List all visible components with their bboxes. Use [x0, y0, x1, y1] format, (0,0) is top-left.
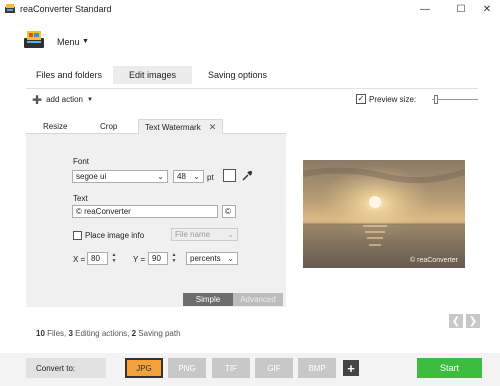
status-summary: 10 Files, 3 Editing actions, 2 Saving pa… — [36, 329, 181, 338]
subtab-crop[interactable]: Crop — [100, 119, 117, 134]
font-size-unit: pt — [207, 173, 214, 182]
chevron-down-icon: ⌄ — [227, 254, 234, 263]
preview-image: © reaConverter — [303, 160, 465, 268]
format-jpg-button[interactable]: JPG — [125, 358, 163, 378]
tab-edit-images[interactable]: Edit images — [113, 66, 192, 84]
color-swatch[interactable] — [223, 169, 236, 182]
units-select[interactable]: percents ⌄ — [186, 252, 238, 265]
font-select-value: segoe ui — [76, 172, 107, 181]
place-image-info-checkbox[interactable] — [73, 231, 82, 240]
add-action-button[interactable]: ✚ add action ▼ — [32, 92, 93, 107]
files-count: 10 — [36, 329, 45, 338]
files-label: Files, — [44, 329, 69, 338]
place-image-info-label: Place image info — [85, 231, 145, 240]
units-select-value: percents — [190, 254, 221, 263]
prev-arrow-icon[interactable]: ❮ — [449, 314, 463, 328]
paths-label: Saving path — [136, 329, 181, 338]
chevron-down-icon: ⌄ — [227, 230, 234, 239]
chevron-down-icon: ⌄ — [157, 172, 164, 181]
format-png-button[interactable]: PNG — [168, 358, 206, 378]
preview-watermark-text: © reaConverter — [410, 257, 458, 264]
image-info-select-value: File name — [175, 230, 211, 239]
minimize-button[interactable]: — — [410, 0, 440, 18]
image-info-select: File name ⌄ — [171, 228, 238, 241]
close-icon[interactable]: ✕ — [209, 122, 217, 133]
next-arrow-icon[interactable]: ❯ — [466, 314, 480, 328]
chevron-down-icon: ⌄ — [193, 172, 200, 181]
menu-icon[interactable] — [22, 30, 46, 50]
watermark-text-input[interactable]: © reaConverter — [72, 205, 218, 218]
simple-mode-button[interactable]: Simple — [183, 293, 233, 306]
x-spinner[interactable]: ▲ ▼ — [110, 252, 118, 265]
font-label: Font — [73, 157, 90, 166]
menu-button[interactable]: Menu — [57, 37, 80, 47]
x-input[interactable]: 80 — [87, 252, 108, 265]
eyedropper-icon[interactable] — [241, 169, 253, 184]
plus-icon: ✚ — [32, 92, 43, 107]
preview-size-slider-thumb[interactable] — [434, 95, 439, 104]
tab-saving-options[interactable]: Saving options — [208, 66, 267, 84]
actions-label: Editing actions, — [72, 329, 132, 338]
subtab-resize[interactable]: Resize — [43, 119, 67, 134]
x-label: X = — [73, 255, 86, 264]
convert-to-label: Convert to: — [26, 358, 106, 378]
watermark-panel — [26, 134, 286, 307]
y-spinner[interactable]: ▲ ▼ — [170, 252, 178, 265]
preview-size-slider[interactable] — [432, 99, 478, 100]
format-bmp-button[interactable]: BMP — [298, 358, 336, 378]
caret-down-icon[interactable]: ▼ — [82, 38, 89, 45]
start-button[interactable]: Start — [417, 358, 482, 378]
font-size-value: 48 — [177, 172, 186, 181]
text-label: Text — [73, 194, 88, 203]
add-action-label: add action — [46, 95, 83, 104]
preview-size-label: Preview size: — [369, 95, 417, 104]
subtab-text-watermark-label: Text Watermark — [145, 122, 201, 132]
format-tif-button[interactable]: TIF — [212, 358, 250, 378]
add-format-button[interactable]: + — [343, 360, 359, 376]
window-title: reaConverter Standard — [20, 4, 112, 14]
preview-size-checkbox[interactable]: ✓ — [356, 94, 366, 104]
subtab-text-watermark[interactable]: Text Watermark ✕ — [138, 119, 224, 134]
tab-files-and-folders[interactable]: Files and folders — [36, 66, 102, 84]
close-button[interactable]: ✕ — [472, 0, 500, 18]
caret-down-icon: ▼ — [86, 96, 93, 103]
app-icon — [4, 3, 16, 14]
copyright-button[interactable]: © — [222, 205, 236, 218]
font-size-select[interactable]: 48 ⌄ — [173, 170, 204, 183]
font-select[interactable]: segoe ui ⌄ — [72, 170, 168, 183]
y-input[interactable]: 90 — [148, 252, 168, 265]
format-gif-button[interactable]: GIF — [255, 358, 293, 378]
y-label: Y = — [133, 255, 146, 264]
tab-divider — [26, 88, 478, 89]
advanced-mode-button[interactable]: Advanced — [233, 293, 283, 306]
